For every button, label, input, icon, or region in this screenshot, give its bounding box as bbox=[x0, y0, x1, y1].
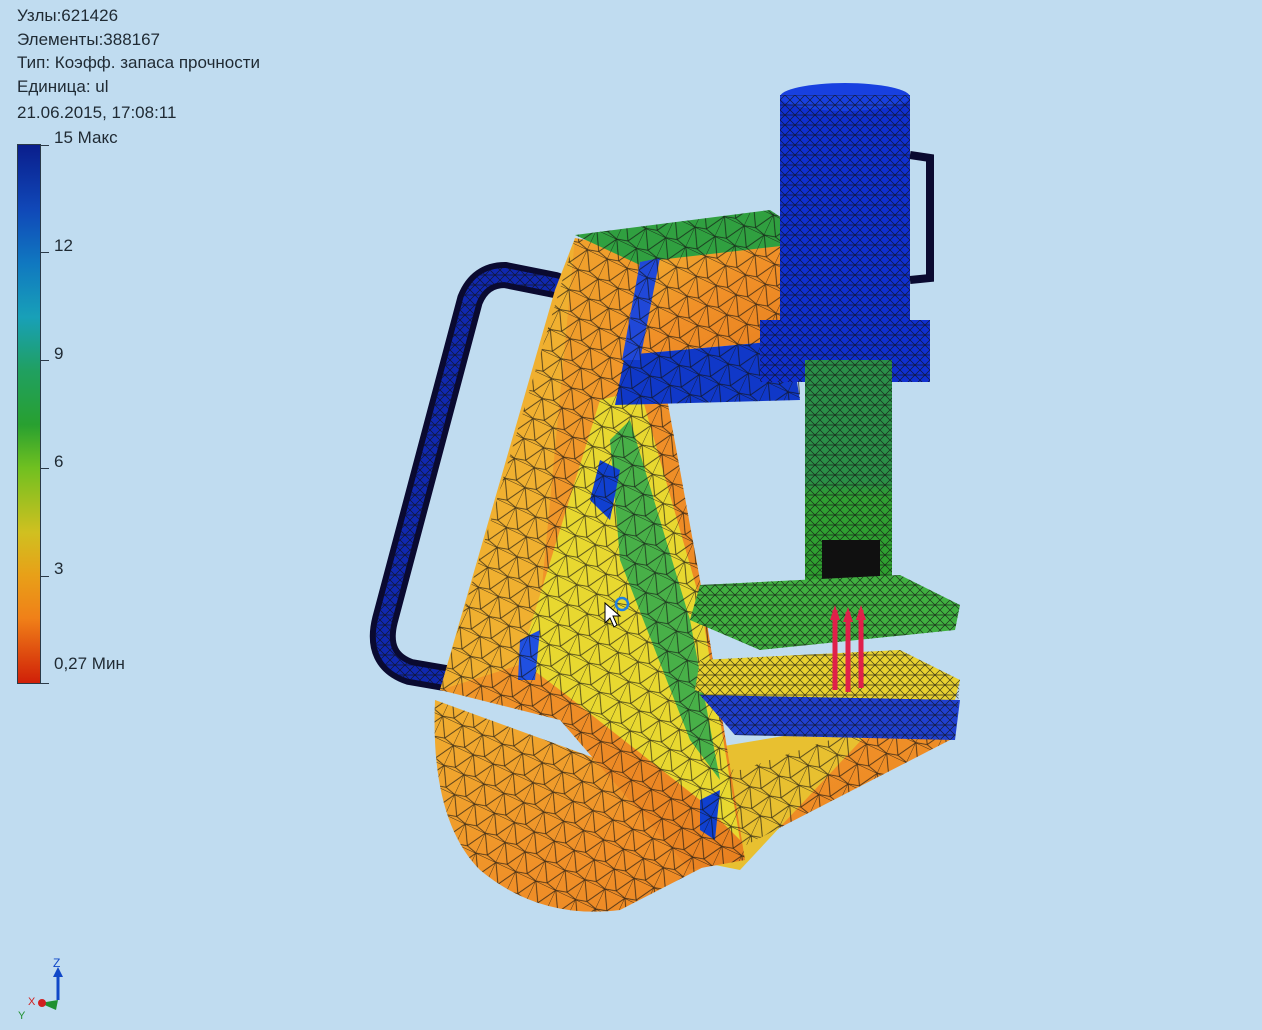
triad-x-label: X bbox=[28, 996, 36, 1008]
press-table bbox=[690, 575, 960, 740]
load-arrows bbox=[830, 605, 866, 692]
hydraulic-cylinder bbox=[760, 83, 934, 382]
triad-y-label: Y bbox=[18, 1010, 26, 1022]
coordinate-triad-icon: Z X Y bbox=[18, 956, 63, 1022]
triad-z-label: Z bbox=[53, 956, 60, 970]
model-viewport[interactable] bbox=[0, 0, 1262, 1030]
piston-rod bbox=[805, 360, 892, 610]
